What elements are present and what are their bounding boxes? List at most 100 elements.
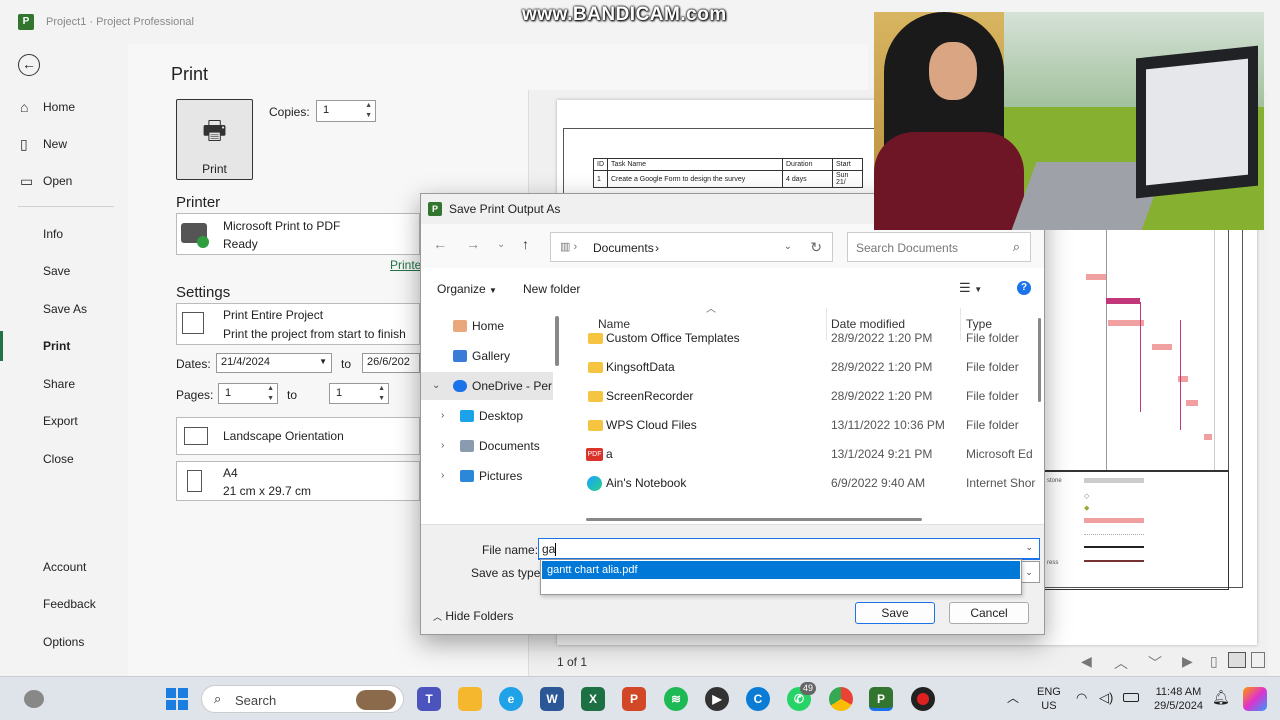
print-scope-select[interactable]: Print Entire Project Print the project f… xyxy=(176,303,420,345)
organize-button[interactable]: Organize ▼ xyxy=(437,282,497,296)
copilot-icon[interactable] xyxy=(1243,687,1267,711)
spin-arrows-icon[interactable]: ▲ ▼ xyxy=(267,384,274,404)
clock[interactable]: 11:48 AM 29/5/2024 xyxy=(1154,685,1203,713)
copies-stepper[interactable]: 1 ▲ ▼ xyxy=(316,100,376,122)
battery-icon[interactable] xyxy=(1123,693,1139,702)
last-page-icon[interactable]: ﹀ xyxy=(1148,653,1162,673)
list-item[interactable]: Ain's Notebook 6/9/2022 9:40 AM Internet S… xyxy=(566,469,1036,498)
tree-item-home[interactable]: Home xyxy=(421,312,553,340)
list-item[interactable]: KingsoftData 28/9/2022 1:20 PM File folder xyxy=(566,353,1036,382)
nav-item-new[interactable]: ▯ New xyxy=(0,129,128,159)
project-taskbar-icon[interactable]: P xyxy=(869,687,893,711)
forward-arrow-icon[interactable]: → xyxy=(466,236,480,252)
preview-gantt-bars xyxy=(1043,230,1229,470)
nav-item-feedback[interactable]: Feedback xyxy=(0,589,128,619)
actual-size-icon[interactable]: ▯ xyxy=(1210,653,1218,670)
tree-scrollbar[interactable] xyxy=(555,316,559,366)
filename-input[interactable]: ga ⌄ xyxy=(538,538,1040,560)
teams-icon[interactable]: T xyxy=(417,687,441,711)
taskbar-search[interactable]: ⌕ Search xyxy=(201,685,404,713)
orientation-select[interactable]: Landscape Orientation xyxy=(176,417,420,455)
paper-size-select[interactable]: A4 21 cm x 29.7 cm xyxy=(176,461,420,501)
print-button[interactable]: 🖶 Print xyxy=(176,99,253,180)
copilot-icon[interactable]: C xyxy=(746,687,770,711)
powerpoint-icon[interactable]: P xyxy=(622,687,646,711)
file-explorer-icon[interactable] xyxy=(458,687,482,711)
filename-label: File name: xyxy=(482,543,539,557)
list-item[interactable]: PDF a 13/1/2024 9:21 PM Microsoft Ed xyxy=(566,440,1036,469)
save-button[interactable]: Save xyxy=(855,602,935,624)
new-folder-button[interactable]: New folder xyxy=(523,282,580,296)
list-item[interactable]: Custom Office Templates 28/9/2022 1:20 PM… xyxy=(566,324,1036,353)
up-arrow-icon[interactable]: ↑ xyxy=(522,236,529,252)
fit-page-icon[interactable] xyxy=(1251,652,1265,668)
printer-icon: 🖶 xyxy=(202,115,227,145)
printer-select[interactable]: Microsoft Print to PDF Ready xyxy=(176,213,420,255)
back-arrow-icon[interactable]: ← xyxy=(18,54,40,76)
date-to-picker[interactable]: 26/6/202 xyxy=(362,353,420,373)
chrome-icon[interactable] xyxy=(829,687,853,711)
wifi-icon[interactable]: ◠ xyxy=(1076,690,1087,706)
list-scrollbar[interactable] xyxy=(1038,318,1041,402)
chevron-down-icon[interactable]: ⌄ xyxy=(432,372,440,400)
spin-arrows-icon[interactable]: ▲ ▼ xyxy=(365,101,372,121)
printer-properties-link[interactable]: Printe xyxy=(390,258,421,272)
search-input[interactable]: Search Documents xyxy=(856,241,958,255)
windows-start-icon[interactable] xyxy=(166,688,188,710)
nav-item-print[interactable]: Print xyxy=(0,331,128,361)
next-page-icon[interactable]: ▶ xyxy=(1182,653,1193,670)
list-item[interactable]: WPS Cloud Files 13/11/2022 10:36 PM File f… xyxy=(566,411,1036,440)
autocomplete-suggestion[interactable]: gantt chart alia.pdf xyxy=(542,561,1020,579)
date-from-picker[interactable]: 21/4/2024 ▼ xyxy=(216,353,332,373)
nav-item-info[interactable]: Info xyxy=(0,219,128,249)
chevron-right-icon[interactable]: › xyxy=(441,402,444,430)
excel-icon[interactable]: X xyxy=(581,687,605,711)
volume-icon[interactable]: ◁) xyxy=(1099,690,1113,706)
list-item[interactable]: ScreenRecorder 28/9/2022 1:20 PM File fold… xyxy=(566,382,1036,411)
tree-item-gallery[interactable]: Gallery xyxy=(421,342,553,370)
address-bar[interactable]: ▥ › Documents › ⌄ ↻ xyxy=(550,232,833,262)
nav-item-options[interactable]: Options xyxy=(0,627,128,657)
nav-item-open[interactable]: ▭ Open xyxy=(0,166,128,196)
page-from-stepper[interactable]: 1 ▲ ▼ xyxy=(218,383,278,404)
input-language[interactable]: ENG US xyxy=(1037,685,1061,713)
chevron-down-icon[interactable]: ⌄ xyxy=(1025,542,1033,553)
spotify-icon[interactable]: ≋ xyxy=(664,687,688,711)
notification-bell-icon[interactable]: 🔔︎ xyxy=(1212,689,1230,706)
nav-item-save-as[interactable]: Save As xyxy=(0,294,128,324)
word-icon[interactable]: W xyxy=(540,687,564,711)
nav-item-export[interactable]: Export xyxy=(0,406,128,436)
chevron-right-icon[interactable]: › xyxy=(441,462,444,490)
prev-page-icon[interactable]: ◀ xyxy=(1081,653,1092,670)
nav-item-close[interactable]: Close xyxy=(0,444,128,474)
edge-icon[interactable]: e xyxy=(499,687,523,711)
address-dropdown-icon[interactable]: ⌄ xyxy=(784,241,792,252)
horizontal-scrollbar[interactable] xyxy=(586,518,922,521)
search-box[interactable]: Search Documents ⌕ xyxy=(847,232,1031,262)
chevron-right-icon[interactable]: › xyxy=(441,432,444,460)
chevron-up-icon[interactable]: ︿ xyxy=(1007,689,1019,706)
view-options-icon[interactable]: ☰ ▼ xyxy=(959,280,982,296)
nav-item-home[interactable]: ⌂ Home xyxy=(0,92,128,122)
multi-page-view-icon[interactable] xyxy=(1228,652,1246,668)
first-page-icon[interactable]: ︿ xyxy=(1114,653,1128,673)
tree-item-documents[interactable]: › Documents xyxy=(421,432,553,460)
dropdown-caret-icon[interactable]: ▼ xyxy=(319,357,327,366)
nav-item-save[interactable]: Save xyxy=(0,256,128,286)
tree-item-onedrive[interactable]: ⌄ OneDrive - Perso xyxy=(421,372,553,400)
page-to-stepper[interactable]: 1 ▲ ▼ xyxy=(329,383,389,404)
help-icon[interactable]: ? xyxy=(1017,281,1031,295)
nav-item-account[interactable]: Account xyxy=(0,552,128,582)
tree-item-pictures[interactable]: › Pictures xyxy=(421,462,553,490)
back-arrow-icon[interactable]: ← xyxy=(433,236,447,252)
tree-item-desktop[interactable]: › Desktop xyxy=(421,402,553,430)
spin-arrows-icon[interactable]: ▲ ▼ xyxy=(378,384,385,404)
hide-folders-toggle[interactable]: ︿ Hide Folders xyxy=(433,609,513,623)
media-player-icon[interactable]: ▶ xyxy=(705,687,729,711)
refresh-icon[interactable]: ↻ xyxy=(810,239,822,256)
nav-item-share[interactable]: Share xyxy=(0,369,128,399)
recent-locations-icon[interactable]: ⌄ xyxy=(497,239,505,250)
record-icon[interactable] xyxy=(911,687,935,711)
weather-icon[interactable] xyxy=(24,690,44,708)
cancel-button[interactable]: Cancel xyxy=(949,602,1029,624)
